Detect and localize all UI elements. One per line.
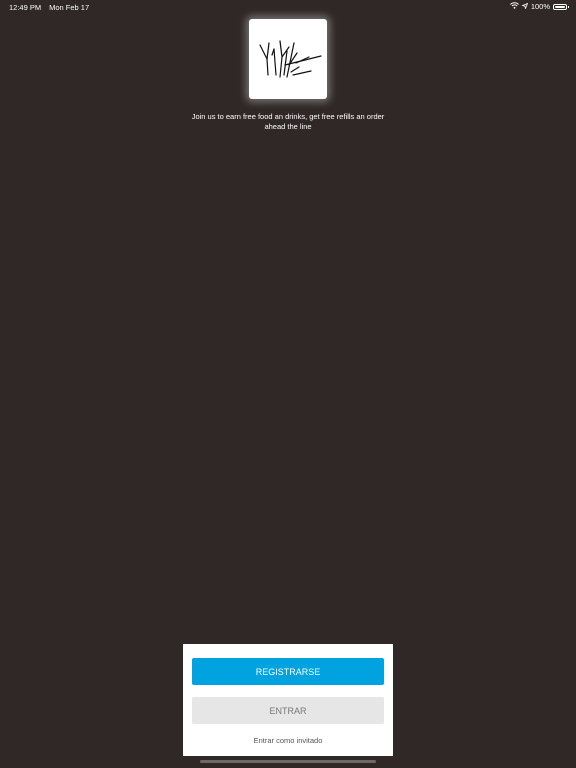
auth-panel: REGISTRARSE ENTRAR Entrar como invitado [183, 644, 393, 756]
battery-fill [555, 5, 565, 8]
status-time: 12:49 PM [9, 3, 42, 12]
tagline: Join us to earn free food an drinks, get… [191, 112, 385, 131]
battery-icon [553, 3, 569, 10]
status-right: 100% [509, 2, 569, 11]
status-bar: 12:49 PM Mon Feb 17 100% [0, 0, 576, 14]
location-arrow-icon [520, 2, 529, 11]
login-button[interactable]: ENTRAR [192, 697, 384, 724]
wifi-icon [509, 2, 519, 11]
home-indicator[interactable] [200, 760, 376, 763]
status-date: Mon Feb 17 [49, 3, 90, 12]
brand-logo [249, 19, 327, 99]
tree-branches-logo [259, 40, 322, 78]
guest-login-link[interactable]: Entrar como invitado [183, 736, 393, 745]
register-button[interactable]: REGISTRARSE [192, 658, 384, 685]
status-left: 12:49 PM Mon Feb 17 [9, 3, 89, 12]
battery-percent: 100% [530, 2, 550, 11]
app-screen: 12:49 PM Mon Feb 17 100% Join us to earn… [0, 0, 576, 768]
